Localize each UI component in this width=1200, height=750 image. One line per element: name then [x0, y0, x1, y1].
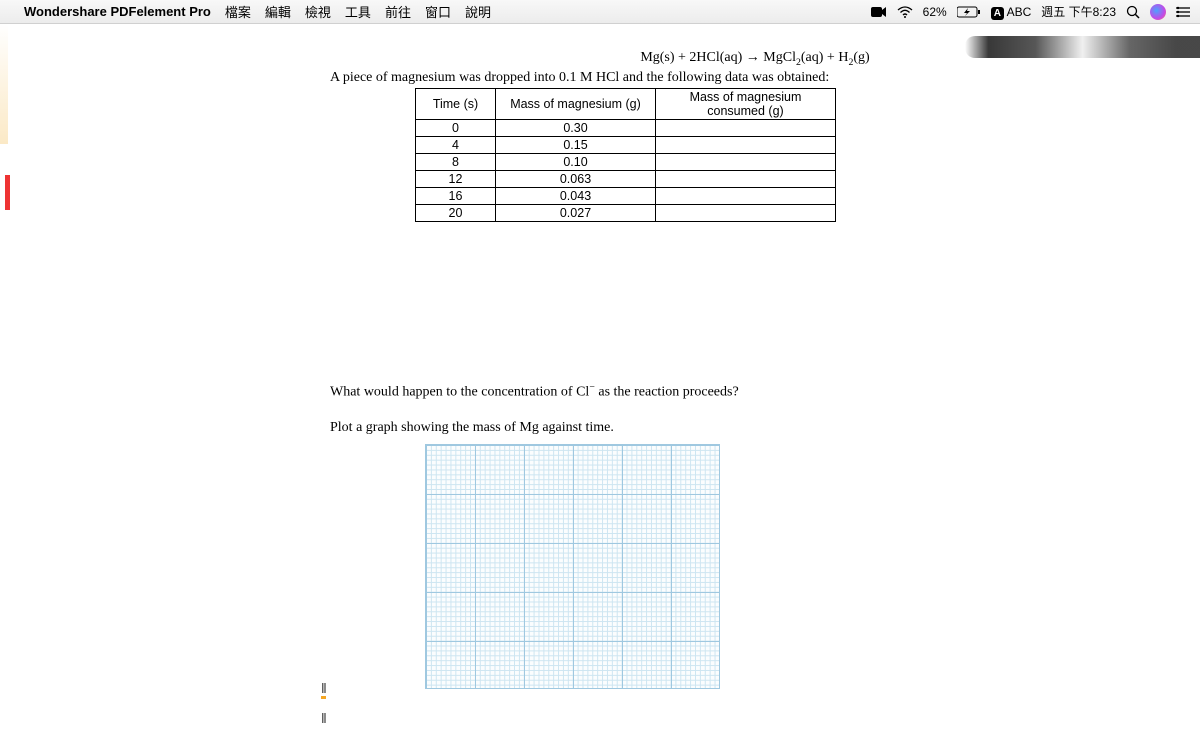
col-header-consumed: Mass of magnesium consumed (g) [656, 88, 836, 119]
page-cursor: ‖ [321, 680, 327, 696]
table-cell [656, 136, 836, 153]
data-table: Time (s) Mass of magnesium (g) Mass of m… [415, 88, 836, 222]
table-cell [656, 187, 836, 204]
table-row: 40.15 [416, 136, 836, 153]
plot-instruction: Plot a graph showing the mass of Mg agai… [330, 420, 1180, 436]
table-cell: 0.15 [496, 136, 656, 153]
table-cell: 4 [416, 136, 496, 153]
input-source[interactable]: A ABC [991, 5, 1032, 19]
app-name[interactable]: Wondershare PDFelement Pro [24, 4, 211, 19]
menu-go[interactable]: 前往 [385, 2, 411, 21]
menu-window[interactable]: 窗口 [425, 2, 451, 21]
battery-icon[interactable] [957, 6, 981, 18]
table-cell: 0.043 [496, 187, 656, 204]
col-header-time: Time (s) [416, 88, 496, 119]
battery-percent[interactable]: 62% [923, 5, 947, 19]
annotation-mark [5, 175, 10, 210]
table-cell: 0.10 [496, 153, 656, 170]
table-cell [656, 119, 836, 136]
wifi-icon[interactable] [897, 6, 913, 18]
siri-icon[interactable] [1150, 4, 1166, 20]
table-row: 160.043 [416, 187, 836, 204]
page-marker [321, 696, 326, 699]
table-cell: 12 [416, 170, 496, 187]
document-page: Mg(s) + 2HCl(aq) → MgCl2(aq) + H2(g) A p… [330, 50, 1180, 689]
screen-record-icon[interactable] [871, 6, 887, 18]
menubar: Wondershare PDFelement Pro 檔案 編輯 檢視 工具 前… [0, 0, 1200, 24]
table-cell [656, 170, 836, 187]
menu-edit[interactable]: 編輯 [265, 2, 291, 21]
menu-help[interactable]: 說明 [465, 2, 491, 21]
graph-paper [425, 444, 720, 689]
table-row: 120.063 [416, 170, 836, 187]
question-text: What would happen to the concentration o… [330, 382, 1180, 401]
table-cell [656, 153, 836, 170]
table-cell: 20 [416, 204, 496, 221]
table-cell [656, 204, 836, 221]
sidebar-sliver [0, 24, 8, 144]
table-cell: 0.30 [496, 119, 656, 136]
menu-tools[interactable]: 工具 [345, 2, 371, 21]
table-cell: 0.027 [496, 204, 656, 221]
table-row: 80.10 [416, 153, 836, 170]
clock[interactable]: 週五 下午8:23 [1041, 3, 1116, 20]
page-cursor: ‖ [321, 710, 327, 726]
table-cell: 8 [416, 153, 496, 170]
reaction-equation: Mg(s) + 2HCl(aq) → MgCl2(aq) + H2(g) [330, 50, 1180, 68]
table-cell: 0.063 [496, 170, 656, 187]
table-cell: 16 [416, 187, 496, 204]
spotlight-icon[interactable] [1126, 5, 1140, 19]
table-cell: 0 [416, 119, 496, 136]
menu-file[interactable]: 檔案 [225, 2, 251, 21]
menubar-right: 62% A ABC 週五 下午8:23 [871, 3, 1190, 20]
menu-view[interactable]: 檢視 [305, 2, 331, 21]
col-header-mass: Mass of magnesium (g) [496, 88, 656, 119]
notification-center-icon[interactable] [1176, 6, 1190, 18]
intro-text: A piece of magnesium was dropped into 0.… [330, 70, 1180, 86]
table-row: 200.027 [416, 204, 836, 221]
table-row: 00.30 [416, 119, 836, 136]
